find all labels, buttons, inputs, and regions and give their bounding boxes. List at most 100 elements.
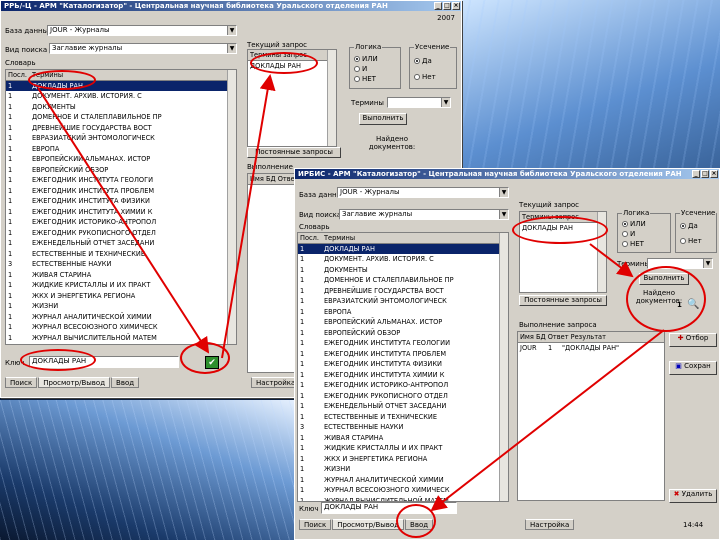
list-item[interactable]: 1 ЕВРОПА [298,307,508,318]
truncation-yes[interactable]: Да [680,221,716,231]
search-type-select[interactable]: Заглавие журналы ▼ [49,43,237,54]
list-item[interactable]: 1 ДОКУМЕНТ. АРХИВ. ИСТОРИЯ. С [298,254,508,265]
tab-search[interactable]: Поиск [5,377,38,388]
list-item[interactable]: 1 ЖИЗНИ [298,464,508,475]
delete-button[interactable]: ✖ Удалить [669,489,717,503]
list-item[interactable]: 1 ЕЖЕГОДНИК ИСТОРИКО-АНТРОПОЛ [298,380,508,391]
search-type-select[interactable]: Заглавие журналы ▼ [339,209,509,220]
select-button[interactable]: ✚ Отбор [669,333,717,347]
list-item[interactable]: 1 ДОКУМЕНТЫ [6,102,236,113]
list-item[interactable]: 1 ДОМЕННОЕ И СТАЛЕПЛАВИЛЬНОЕ ПР [6,112,236,123]
minimize-icon[interactable]: _ [692,170,700,178]
logic-and[interactable]: И [622,229,670,239]
tab-view-output[interactable]: Просмотр/Вывод [332,519,405,530]
list-item[interactable]: 1 ЕЖЕГОДНИК ИНСТИТУТА ХИМИИ К [6,207,236,218]
list-item[interactable]: 1ЖУРНАЛ ГОРНОГО ДЕЛА И МЕТАЛ [6,343,236,344]
checkmark-icon[interactable]: ✔ [205,356,219,369]
current-query-item[interactable]: ДОКЛАДЫ РАН [248,61,336,72]
list-item[interactable]: 1 ЖУРНАЛ ВСЕСОЮЗНОГО ХИМИЧЕСК [298,485,508,496]
logic-and[interactable]: И [354,64,400,74]
close-icon[interactable]: × [710,170,718,178]
truncation-no[interactable]: Нет [680,236,716,246]
list-item[interactable]: 1 ЖУРНАЛ ВСЕСОЮЗНОГО ХИМИЧЕСК [6,322,236,333]
list-item[interactable]: 1 ДОКУМЕНТЫ [298,265,508,276]
tab-input[interactable]: Ввод [111,377,140,388]
list-item[interactable]: 1 ЖИДКИЕ КРИСТАЛЛЫ И ИХ ПРАКТ [6,280,236,291]
list-item[interactable]: 1 ЕЖЕГОДНИК ИНСТИТУТА ПРОБЛЕМ [298,349,508,360]
minimize-icon[interactable]: _ [434,2,442,10]
logic-or[interactable]: ИЛИ [622,219,670,229]
key-input[interactable]: ДОКЛАДЫ РАН [29,356,179,368]
list-item[interactable]: 1 ЕЖЕНЕДЕЛЬНЫЙ ОТЧЕТ ЗАСЕДАНИ [298,401,508,412]
close-icon[interactable]: × [452,2,460,10]
list-item[interactable]: 1 ДОКУМЕНТ. АРХИВ. ИСТОРИЯ. С [6,91,236,102]
results-list[interactable]: Имя БД Ответ [247,173,297,373]
list-item[interactable]: 1 ЕЖЕГОДНИК ИСТОРИКО-АНТРОПОЛ [6,217,236,228]
list-item[interactable]: 1 ЕВРОПЕЙСКИЙ ОБЗОР [298,328,508,339]
current-query-list[interactable]: Термины запрос ДОКЛАДЫ РАН [519,211,607,293]
list-item[interactable]: 1 ЖКХ И ЭНЕРГЕТИКА РЕГИОНА [6,291,236,302]
list-item[interactable]: 1 ЕЖЕГОДНИК ИНСТИТУТА ГЕОЛОГИ [6,175,236,186]
list-item[interactable]: 1 ЖИВАЯ СТАРИНА [6,270,236,281]
saved-queries-button[interactable]: Постоянные запросы [519,295,607,306]
key-input[interactable]: ДОКЛАДЫ РАН [321,502,457,514]
tab-input[interactable]: Ввод [405,519,434,530]
list-item[interactable]: 1 ДОКЛАДЫ РАН [298,243,508,254]
terms-select[interactable]: ▼ [387,97,451,108]
list-item[interactable]: 1 ЕЖЕГОДНИК РУКОПИСНОГО ОТДЕЛ [6,228,236,239]
terms-select[interactable]: ▼ [647,258,713,269]
list-item[interactable]: 1 ЕВРОПА [6,144,236,155]
dictionary-list[interactable]: Посл. Термины 1 ДОКЛАДЫ РАН 1 ДОКУМЕНТ. АРХИ… [5,69,237,345]
truncation-yes[interactable]: Да [414,56,456,66]
truncation-no[interactable]: Нет [414,72,456,82]
list-item[interactable]: 1 ЕВРОПЕЙСКИЙ ОБЗОР [6,165,236,176]
results-list[interactable]: Имя БД Ответ Результат JOUR 1 "ДОКЛАДЫ Р… [517,331,665,501]
list-item[interactable]: 1 ЕСТЕСТВЕННЫЕ И ТЕХНИЧЕСКИЕ [6,249,236,260]
tab-settings[interactable]: Настройка [525,519,575,530]
list-item[interactable]: 1 ЕСТЕСТВЕННЫЕ И ТЕХНИЧЕСКИЕ [298,412,508,423]
list-item[interactable]: 1 ДОМЕННОЕ И СТАЛЕПЛАВИЛЬНОЕ ПР [298,275,508,286]
list-item[interactable]: 1 ЖКХ И ЭНЕРГЕТИКА РЕГИОНА [298,454,508,465]
list-item[interactable]: 1 ЖИВАЯ СТАРИНА [298,433,508,444]
display-icon[interactable]: 🔍 [687,299,699,310]
maximize-icon[interactable]: □ [443,2,451,10]
db-select[interactable]: JOUR - Журналы ▼ [337,187,509,198]
list-item[interactable]: 1 ЕЖЕГОДНИК ИНСТИТУТА ФИЗИКИ [6,196,236,207]
tab-settings[interactable]: Настройка [251,377,301,388]
current-query-list[interactable]: Термины запрос ДОКЛАДЫ РАН [247,49,337,147]
list-item[interactable]: 1 ЕЖЕГОДНИК ИНСТИТУТА ФИЗИКИ [298,359,508,370]
list-item[interactable]: 1 ЕВРАЗИАТСКИЙ ЭНТОМОЛОГИЧЕСК [6,133,236,144]
scrollbar[interactable] [227,70,236,344]
list-item[interactable]: 1 ЖУРНАЛ АНАЛИТИЧЕСКОЙ ХИМИИ [298,475,508,486]
list-item[interactable]: 1 ЖИДКИЕ КРИСТАЛЛЫ И ИХ ПРАКТ [298,443,508,454]
list-item[interactable]: 3 ЕСТЕСТВЕННЫЕ НАУКИ [6,259,236,270]
saved-queries-button[interactable]: Постоянные запросы [247,147,341,158]
list-item[interactable]: 1 ЕЖЕГОДНИК ИНСТИТУТА ГЕОЛОГИИ [298,338,508,349]
save-button[interactable]: ▣ Сохран [669,361,717,375]
list-item[interactable]: 1 ЖУРНАЛ ВЫЧИСЛИТЕЛЬНОЙ МАТЕМ [6,333,236,344]
list-item[interactable]: 1 ЖУРНАЛ АНАЛИТИЧЕСКОЙ ХИМИИ [6,312,236,323]
dictionary-list[interactable]: Посл. Термины 1 ДОКЛАДЫ РАН 1 ДОКУМЕНТ. АРХИ… [297,232,509,502]
list-item[interactable]: 1 ДРЕВНЕЙШИЕ ГОСУДАРСТВА ВОСТ [6,123,236,134]
execute-button[interactable]: Выполнить [639,273,689,285]
tab-search[interactable]: Поиск [299,519,332,530]
list-item[interactable]: 1 ЕВРАЗИАТСКИЙ ЭНТОМОЛОГИЧЕСК [298,296,508,307]
list-item[interactable]: 1 ЕЖЕГОДНИК ИНСТИТУТА ХИМИИ К [298,370,508,381]
logic-not[interactable]: НЕТ [622,239,670,249]
db-select[interactable]: JOUR - Журналы ▼ [47,25,237,36]
list-item[interactable]: 1 ЕВРОПЕЙСКИЙ АЛЬМАНАХ. ИСТОР [6,154,236,165]
tab-view-output[interactable]: Просмотр/Вывод [38,377,111,388]
current-query-item[interactable]: ДОКЛАДЫ РАН [520,223,606,234]
table-row[interactable]: JOUR 1 "ДОКЛАДЫ РАН" [518,343,664,354]
maximize-icon[interactable]: □ [701,170,709,178]
list-item[interactable]: 1 ЕЖЕГОДНИК ИНСТИТУТА ПРОБЛЕМ [6,186,236,197]
list-item[interactable]: 1 ЕЖЕНЕДЕЛЬНЫЙ ОТЧЕТ ЗАСЕДАНИ [6,238,236,249]
scrollbar[interactable] [597,212,606,292]
list-item[interactable]: 1 ЕЖЕГОДНИК РУКОПИСНОГО ОТДЕЛ [298,391,508,402]
scrollbar[interactable] [499,233,508,501]
logic-or[interactable]: ИЛИ [354,54,400,64]
logic-not[interactable]: НЕТ [354,74,400,84]
list-item[interactable]: 1 ЕВРОПЕЙСКИЙ АЛЬМАНАХ. ИСТОР [298,317,508,328]
list-item[interactable]: 1 ДОКЛАДЫ РАН [6,80,236,91]
list-item[interactable]: 1 ДРЕВНЕЙШИЕ ГОСУДАРСТВА ВОСТ [298,286,508,297]
